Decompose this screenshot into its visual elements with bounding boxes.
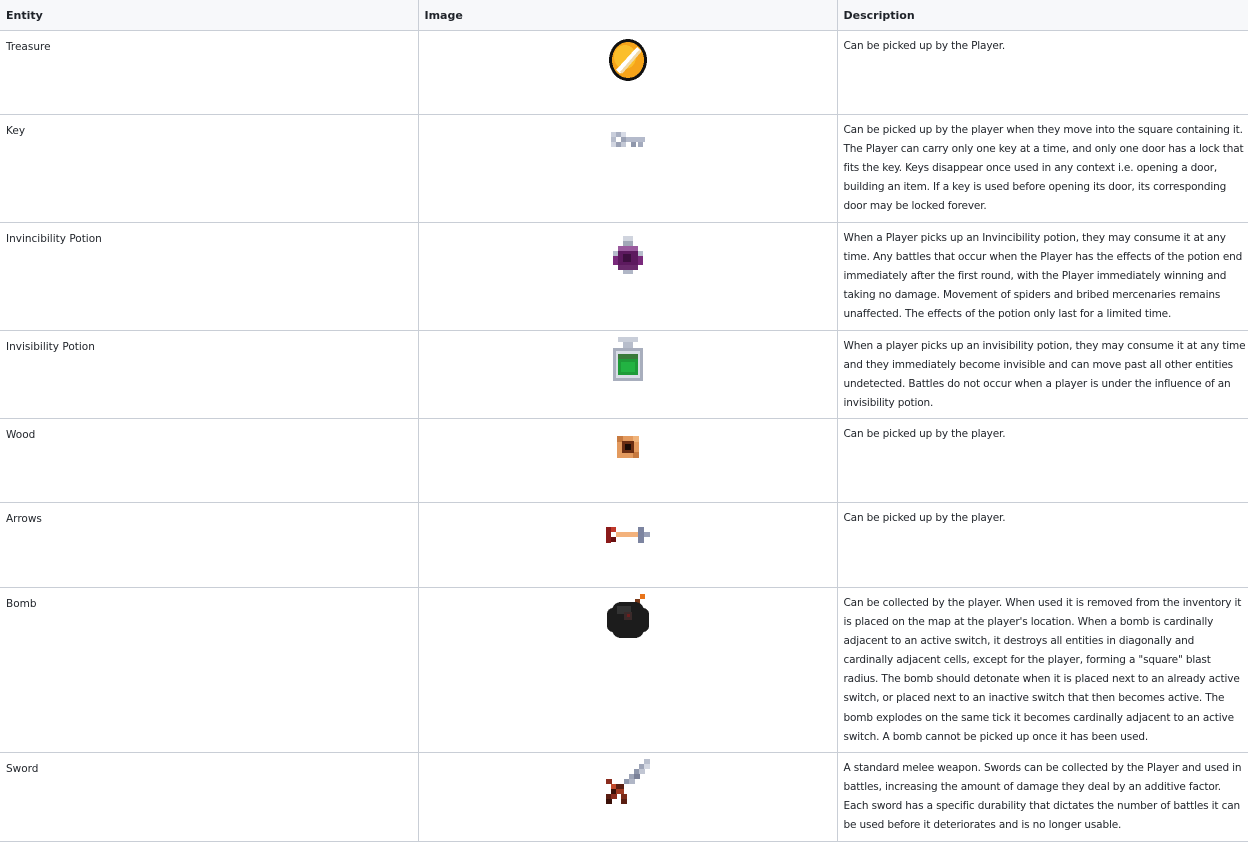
bomb-icon: [606, 594, 649, 638]
image-cell: [417, 330, 838, 419]
table-row: Wood Can be picked up by the player.: [0, 418, 1248, 503]
image-cell: [417, 502, 838, 588]
entity-description: Can be picked up by the player.: [836, 502, 1248, 588]
image-cell: [417, 114, 838, 223]
arrow-icon: [605, 527, 650, 543]
table-header-row: Entity Image Description: [0, 0, 1248, 31]
image-cell: [417, 30, 838, 115]
wood-icon: [616, 436, 639, 458]
image-cell: [417, 752, 838, 842]
image-cell: [417, 587, 838, 753]
entity-name: Wood: [0, 418, 419, 503]
image-cell: [417, 418, 838, 503]
key-icon: [610, 132, 645, 148]
entity-name: Invisibility Potion: [0, 330, 419, 419]
invisibility-potion-icon: [611, 337, 645, 381]
entity-name: Sword: [0, 752, 419, 842]
header-image: Image: [417, 0, 838, 31]
table-row: Invincibility Potion When a Player picks…: [0, 222, 1248, 331]
entity-description: When a Player picks up an Invincibility …: [836, 222, 1248, 331]
entity-description: Can be picked up by the player when they…: [836, 114, 1248, 223]
table-row: Bomb Can be collected by the player. Whe…: [0, 587, 1248, 753]
invincibility-potion-icon: [611, 236, 645, 274]
entity-name: Arrows: [0, 502, 419, 588]
table-row: Treasure Can be picked up by the Player.: [0, 30, 1248, 115]
entity-description: Can be picked up by the Player.: [836, 30, 1248, 115]
entity-name: Invincibility Potion: [0, 222, 419, 331]
header-entity: Entity: [0, 0, 419, 31]
entity-name: Key: [0, 114, 419, 223]
image-cell: [417, 222, 838, 331]
table-row: Invisibility Potion When a player picks …: [0, 330, 1248, 419]
entity-description: A standard melee weapon. Swords can be c…: [836, 752, 1248, 842]
entity-name: Bomb: [0, 587, 419, 753]
treasure-coin-icon: [608, 38, 648, 82]
table-row: Key Can be picked up by the player when …: [0, 114, 1248, 223]
sword-icon: [605, 759, 650, 804]
entity-table: Entity Image Description Treasure Can be…: [0, 0, 1248, 842]
header-description: Description: [836, 0, 1248, 31]
entity-name: Treasure: [0, 30, 419, 115]
table-row: Arrows Can be picked up by the player.: [0, 502, 1248, 588]
entity-description: Can be picked up by the player.: [836, 418, 1248, 503]
table-row: Sword A standard melee weapon. Swords ca…: [0, 752, 1248, 842]
entity-description: Can be collected by the player. When use…: [836, 587, 1248, 753]
entity-description: When a player picks up an invisibility p…: [836, 330, 1248, 419]
